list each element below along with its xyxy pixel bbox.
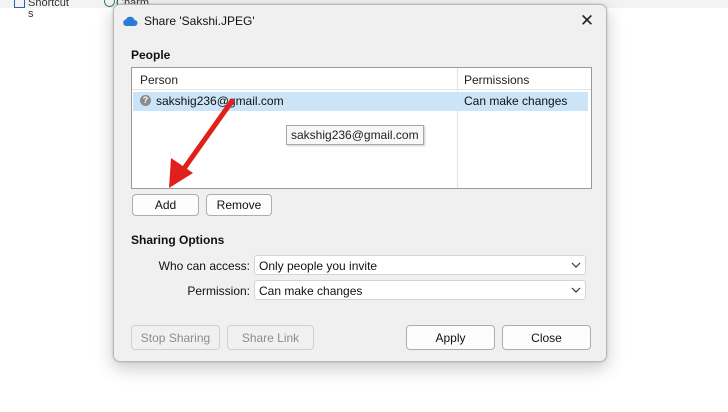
apply-button[interactable]: Apply bbox=[406, 325, 495, 350]
row-person[interactable]: sakshig236@gmail.com bbox=[156, 94, 284, 108]
who-can-access-select[interactable]: Only people you invite bbox=[254, 255, 586, 275]
question-icon: ? bbox=[140, 95, 151, 106]
sharing-options-label: Sharing Options bbox=[131, 233, 225, 247]
background-item-wrap: s bbox=[28, 8, 34, 20]
person-tooltip: sakshig236@gmail.com bbox=[286, 125, 424, 145]
title-bar: Share 'Sakshi.JPEG' ✕ bbox=[114, 5, 606, 37]
permission-label: Permission: bbox=[187, 284, 250, 298]
people-section-label: People bbox=[131, 48, 171, 62]
shortcut-icon bbox=[14, 0, 25, 8]
chevron-down-icon bbox=[571, 262, 581, 268]
column-header-permissions[interactable]: Permissions bbox=[464, 73, 529, 87]
column-header-person[interactable]: Person bbox=[140, 73, 178, 87]
who-can-access-value: Only people you invite bbox=[259, 259, 378, 273]
column-divider bbox=[457, 68, 458, 188]
remove-button[interactable]: Remove bbox=[206, 194, 272, 216]
share-link-button[interactable]: Share Link bbox=[227, 325, 314, 350]
close-icon[interactable]: ✕ bbox=[574, 9, 600, 33]
permission-value: Can make changes bbox=[259, 284, 363, 298]
share-dialog: Share 'Sakshi.JPEG' ✕ People Person Perm… bbox=[113, 4, 607, 362]
permission-select[interactable]: Can make changes bbox=[254, 280, 586, 300]
row-permission[interactable]: Can make changes bbox=[464, 94, 567, 108]
who-can-access-label: Who can access: bbox=[158, 259, 250, 273]
header-divider bbox=[132, 89, 591, 90]
chevron-down-icon bbox=[571, 287, 581, 293]
dialog-title: Share 'Sakshi.JPEG' bbox=[144, 14, 255, 28]
close-button[interactable]: Close bbox=[502, 325, 591, 350]
cloud-icon bbox=[123, 16, 138, 26]
background-item-shortcut: Shortcut bbox=[28, 0, 69, 9]
stop-sharing-button[interactable]: Stop Sharing bbox=[131, 325, 220, 350]
add-button[interactable]: Add bbox=[132, 194, 199, 216]
